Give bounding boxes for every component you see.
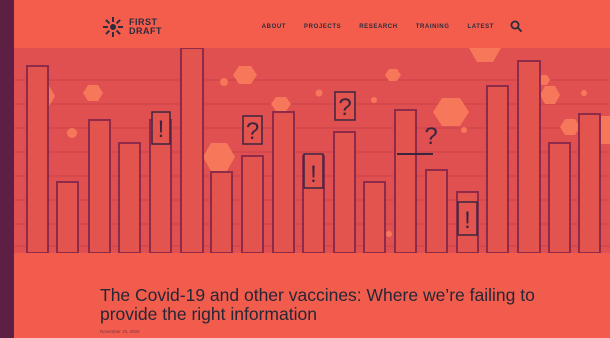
nav-item-latest[interactable]: LATEST: [468, 24, 495, 30]
hero-mark: !: [464, 207, 471, 234]
site-logo[interactable]: FIRST DRAFT: [102, 16, 182, 42]
nav-item-training[interactable]: TRAINING: [416, 24, 450, 30]
article-preview: The Covid-19 and other vaccines: Where w…: [100, 286, 560, 335]
nav-item-projects[interactable]: PROJECTS: [304, 24, 341, 30]
main-nav: ABOUT PROJECTS RESEARCH TRAINING LATEST: [244, 24, 494, 30]
page-container: FIRST DRAFT ABOUT PROJECTS RESEARCH TRAI…: [14, 0, 610, 338]
hero-mark: !: [310, 161, 317, 188]
nav-item-research[interactable]: RESEARCH: [359, 24, 397, 30]
logo-line-draft: DRAFT: [129, 26, 162, 36]
hero-bar-illustration: ! ? ? ! ? !: [14, 48, 610, 253]
hero-mark: !: [158, 116, 165, 143]
logo-mark-icon: [103, 17, 123, 37]
hero-illustration: ! ? ? ! ? !: [14, 48, 610, 253]
hero-mark: ?: [424, 123, 437, 150]
search-icon[interactable]: [510, 20, 522, 32]
hero-mark: ?: [338, 94, 351, 121]
article-date: November 19, 2020: [100, 329, 140, 334]
site-header: FIRST DRAFT ABOUT PROJECTS RESEARCH TRAI…: [14, 0, 610, 48]
nav-item-about[interactable]: ABOUT: [262, 24, 286, 30]
article-headline[interactable]: The Covid-19 and other vaccines: Where w…: [100, 286, 560, 324]
hero-mark: ?: [246, 118, 259, 145]
logo-wordmark: FIRST DRAFT: [129, 18, 162, 36]
